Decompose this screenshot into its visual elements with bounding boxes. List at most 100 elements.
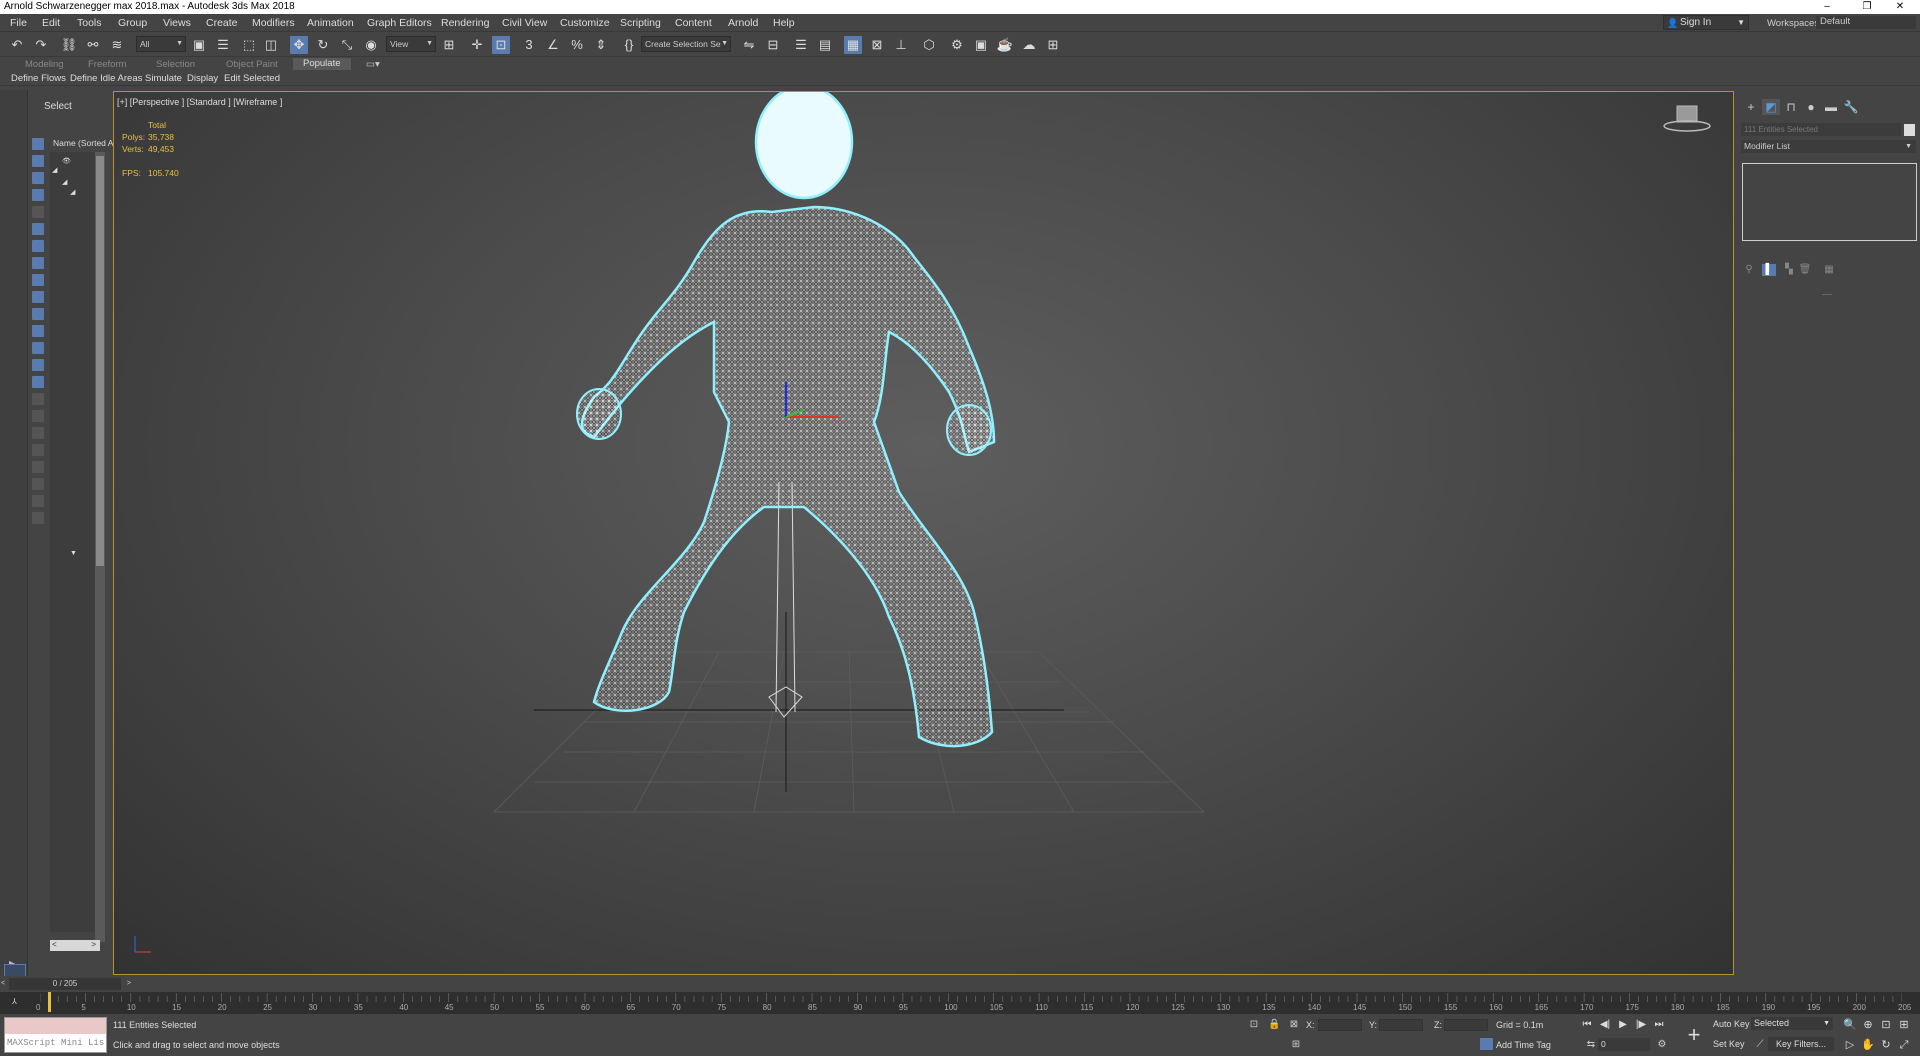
layers-icon[interactable]	[32, 512, 44, 524]
display-groups-icon[interactable]	[32, 291, 44, 303]
menu-help[interactable]: Help	[773, 17, 795, 29]
render-cloud-icon[interactable]: ☁	[1020, 36, 1038, 54]
time-slider[interactable]: < 0 / 205 >	[1, 978, 131, 990]
menu-edit[interactable]: Edit	[42, 17, 60, 29]
display-containers-icon[interactable]	[32, 342, 44, 354]
schematic-view-icon[interactable]: ⊥	[892, 36, 910, 54]
edit-named-selection-icon[interactable]: {}	[620, 36, 638, 54]
create-tab-icon[interactable]: +	[1742, 99, 1760, 115]
default-in-out-tangent-icon[interactable]: ⟋	[1754, 1039, 1766, 1051]
select-rotate-icon[interactable]: ↻	[314, 36, 332, 54]
perspective-viewport[interactable]: [+] [Perspective ] [Standard ] [Wirefram…	[113, 91, 1734, 975]
show-end-result-icon[interactable]: ▌	[1762, 264, 1776, 276]
modifier-stack[interactable]	[1742, 163, 1917, 241]
scrollbar-thumb[interactable]	[96, 156, 104, 566]
render-production-icon[interactable]: ☕	[996, 36, 1014, 54]
display-none-icon[interactable]	[32, 138, 44, 150]
bind-space-warp-icon[interactable]: ≋	[108, 36, 126, 54]
tab-modeling[interactable]: Modeling	[25, 59, 64, 70]
select-by-name-icon[interactable]: ☰	[214, 36, 232, 54]
select-move-icon[interactable]: ✥	[290, 36, 308, 54]
manipulate-icon[interactable]: ✛	[468, 36, 486, 54]
viewport-label[interactable]: [+] [Perspective ] [Standard ] [Wirefram…	[117, 97, 282, 107]
tab-populate[interactable]: Populate	[293, 58, 351, 70]
eye-icon[interactable]: 👁	[62, 157, 71, 165]
selection-filter[interactable]: All ▼	[136, 36, 186, 52]
named-selection-set[interactable]: Create Selection Se ▼	[641, 36, 731, 52]
z-coord-field[interactable]	[1444, 1019, 1488, 1031]
select-place-icon[interactable]: ◉	[362, 36, 380, 54]
field-of-view-icon[interactable]: ▷	[1843, 1038, 1857, 1052]
curve-editor-icon[interactable]: ⊠	[868, 36, 886, 54]
display-all-icon[interactable]	[32, 155, 44, 167]
window-crossing-icon[interactable]: ◫	[262, 36, 280, 54]
menu-civil-view[interactable]: Civil View	[502, 17, 547, 29]
tab-selection[interactable]: Selection	[156, 59, 195, 70]
set-keys-icon[interactable]: +	[1680, 1021, 1708, 1049]
menu-animation[interactable]: Animation	[307, 17, 354, 29]
go-to-end-icon[interactable]: ⏭	[1652, 1018, 1666, 1032]
key-mode-toggle-icon[interactable]: ⇆	[1585, 1039, 1597, 1051]
modifier-list-dropdown[interactable]: Modifier List ▼	[1741, 140, 1916, 153]
display-frozen-icon[interactable]	[32, 359, 44, 371]
display-spacewarps-icon[interactable]	[32, 274, 44, 286]
go-to-start-icon[interactable]: ⏮	[1580, 1018, 1594, 1032]
viewcube[interactable]	[1662, 104, 1712, 134]
utilities-tab-icon[interactable]: 🔧	[1842, 99, 1860, 115]
lock-selection-icon[interactable]: 🔒	[1268, 1019, 1280, 1031]
menu-arnold[interactable]: Arnold	[728, 17, 758, 29]
arnold-render-icon[interactable]: ⊞	[1044, 36, 1062, 54]
modify-tab-icon[interactable]: ◩	[1762, 99, 1780, 115]
menu-modifiers[interactable]: Modifiers	[252, 17, 295, 29]
previous-frame-icon[interactable]: <	[1, 978, 5, 990]
motion-tab-icon[interactable]: ●	[1802, 99, 1820, 115]
next-frame-icon[interactable]: >	[127, 978, 131, 990]
tree-expand-icon[interactable]: ▼	[70, 550, 77, 557]
explorer-scrollbar[interactable]	[95, 152, 105, 942]
filter-icon[interactable]	[32, 478, 44, 490]
display-lights-icon[interactable]	[32, 223, 44, 235]
track-bar-menu-icon[interactable]: ⅄	[12, 997, 17, 1006]
menu-scripting[interactable]: Scripting	[620, 17, 661, 29]
select-scale-icon[interactable]: ⤡	[338, 36, 356, 54]
define-flows-button[interactable]: Define Flows	[11, 73, 66, 84]
undo-icon[interactable]: ↶	[8, 36, 26, 54]
menu-create[interactable]: Create	[206, 17, 238, 29]
zoom-icon[interactable]: 🔍	[1843, 1018, 1857, 1032]
spinner-snap-icon[interactable]: ⇕	[592, 36, 610, 54]
display-xrefs-icon[interactable]	[32, 308, 44, 320]
hierarchy-tab-icon[interactable]: ⊓	[1782, 99, 1800, 115]
menu-rendering[interactable]: Rendering	[441, 17, 489, 29]
display-influences-icon[interactable]	[32, 427, 44, 439]
selection-lock-toggle-icon[interactable]: ⊠	[1288, 1019, 1300, 1031]
angle-snap-icon[interactable]: ∠	[544, 36, 562, 54]
track-bar[interactable]: ⅄ 0 5 10 15 20 25 30 35 40 45 50 55 60 65 70 75 80 85 90 95…	[0, 992, 1920, 1014]
display-children-icon[interactable]	[32, 410, 44, 422]
select-object-icon[interactable]: ▣	[190, 36, 208, 54]
ribbon-options-icon[interactable]: ▭▾	[366, 59, 380, 70]
pin-stack-icon[interactable]: ⚲	[1742, 264, 1756, 276]
remove-modifier-icon[interactable]: 🗑	[1798, 264, 1812, 276]
minimize-button[interactable]: –	[1807, 0, 1847, 14]
display-cameras-icon[interactable]	[32, 240, 44, 252]
snaps-toggle-icon[interactable]: 3	[520, 36, 538, 54]
set-key-button[interactable]: Set Key	[1713, 1039, 1745, 1049]
menu-views[interactable]: Views	[163, 17, 191, 29]
define-idle-areas-button[interactable]: Define Idle Areas	[70, 73, 142, 84]
scroll-left-icon[interactable]: <	[52, 940, 57, 949]
play-icon[interactable]: ▶	[1616, 1018, 1630, 1032]
menu-graph-editors[interactable]: Graph Editors	[367, 17, 432, 29]
scroll-right-icon[interactable]: >	[91, 940, 96, 949]
material-editor-icon[interactable]: ⬡	[920, 36, 938, 54]
next-key-icon[interactable]: |▶	[1634, 1018, 1648, 1032]
tree-expand-icon[interactable]: ◢	[62, 178, 67, 186]
name-column-header[interactable]: Name (Sorted A	[53, 138, 113, 148]
sign-in-button[interactable]: 👤 Sign In ▼	[1663, 15, 1749, 30]
edit-selected-button[interactable]: Edit Selected	[224, 73, 280, 84]
reference-coordinate-select[interactable]: View ▼	[386, 36, 436, 52]
selection-name-field[interactable]: 111 Entities Selected	[1741, 123, 1901, 136]
absolute-mode-icon[interactable]: ⊞	[1290, 1039, 1302, 1051]
layer-explorer-icon[interactable]: ▤	[816, 36, 834, 54]
pan-view-icon[interactable]: ✋	[1861, 1038, 1875, 1052]
menu-group[interactable]: Group	[118, 17, 147, 29]
